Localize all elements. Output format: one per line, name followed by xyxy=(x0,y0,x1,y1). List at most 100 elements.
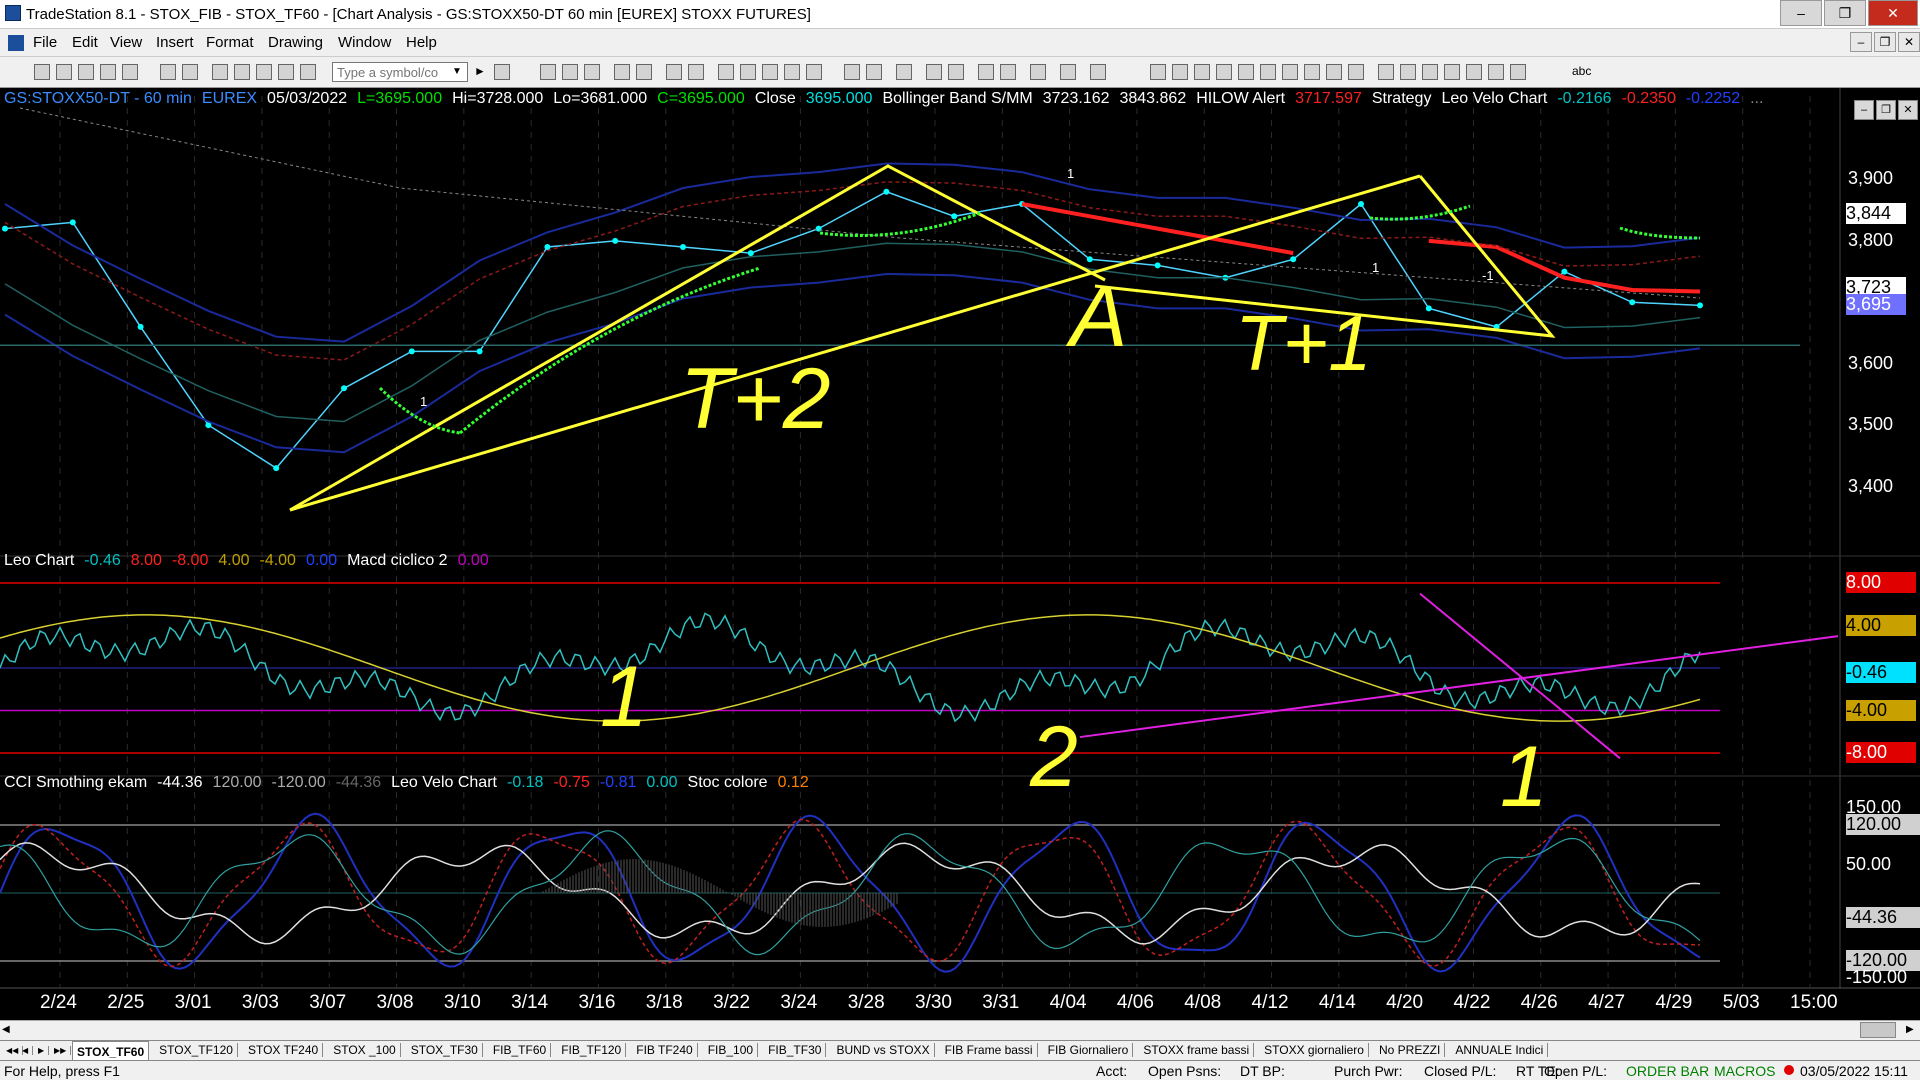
tab-scroll-icon[interactable]: ▶ xyxy=(34,1046,50,1055)
link-icon[interactable] xyxy=(278,64,294,80)
open-icon[interactable] xyxy=(56,64,72,80)
symbol-dropdown-icon[interactable]: ▼ xyxy=(452,66,462,77)
zoom-icon[interactable] xyxy=(1000,64,1016,80)
chart-area[interactable]: 2/24 2/25 3/01 3/03 3/07 3/08 3/10 3/14 3/16 3/18… xyxy=(0,88,1920,1020)
trendline-icon[interactable] xyxy=(1150,64,1166,80)
layout-icon[interactable] xyxy=(234,64,250,80)
restore-button[interactable]: ❐ xyxy=(1824,0,1866,26)
mdi-minimize-button[interactable]: – xyxy=(1850,32,1872,52)
chart-restore-button[interactable]: ❐ xyxy=(1876,100,1896,120)
arc-icon[interactable] xyxy=(1326,64,1342,80)
symbol-input[interactable] xyxy=(332,62,468,82)
gann-fan-icon[interactable] xyxy=(1260,64,1276,80)
horizontal-scrollbar[interactable]: ◀ ▶ xyxy=(0,1020,1920,1040)
tab-fib-tf60[interactable]: FIB_TF60 xyxy=(489,1043,552,1057)
new-icon[interactable] xyxy=(34,64,50,80)
channel-icon[interactable] xyxy=(1238,64,1254,80)
matrix-icon[interactable] xyxy=(584,64,600,80)
options-icon[interactable] xyxy=(636,64,652,80)
hammer-icon[interactable] xyxy=(1030,64,1046,80)
menu-help[interactable]: Help xyxy=(406,34,437,51)
symbol-lookup-icon[interactable] xyxy=(494,64,510,80)
chart-minimize-button[interactable]: – xyxy=(1854,100,1874,120)
tab-stox-tf60[interactable]: STOX_TF60 xyxy=(72,1041,150,1061)
scroll-left-icon[interactable] xyxy=(866,64,882,80)
lock-icon[interactable] xyxy=(256,64,272,80)
scanner-icon[interactable] xyxy=(614,64,630,80)
menu-insert[interactable]: Insert xyxy=(156,34,194,51)
tab-fib-tf240[interactable]: FIB TF240 xyxy=(632,1043,698,1057)
menu-format[interactable]: Format xyxy=(206,34,254,51)
tab-fib-tf30[interactable]: FIB_TF30 xyxy=(764,1043,827,1057)
tab-scroll-icon[interactable]: ▶▶ xyxy=(50,1046,72,1055)
copy-icon[interactable] xyxy=(100,64,116,80)
horizontal-line-icon[interactable] xyxy=(1194,64,1210,80)
data-window-icon[interactable] xyxy=(844,64,860,80)
tab-stox-tf30[interactable]: STOX_TF30 xyxy=(407,1043,483,1057)
indicator-icon[interactable] xyxy=(718,64,734,80)
arrow-up-icon[interactable] xyxy=(1422,64,1438,80)
tab-annuale-indici[interactable]: ANNUALE Indici xyxy=(1451,1043,1549,1057)
document-icon[interactable] xyxy=(8,35,24,51)
menu-edit[interactable]: Edit xyxy=(72,34,98,51)
mdi-close-button[interactable]: ✕ xyxy=(1898,32,1920,52)
bar-icon[interactable] xyxy=(762,64,778,80)
text-tool-label[interactable]: abc xyxy=(1572,64,1591,78)
tab-fib-100[interactable]: FIB_100 xyxy=(704,1043,759,1057)
scroll-thumb[interactable] xyxy=(1860,1022,1896,1038)
check-icon[interactable] xyxy=(1400,64,1416,80)
fib-fan-icon[interactable] xyxy=(1304,64,1320,80)
tab-stoxx-giornaliero[interactable]: STOXX giornaliero xyxy=(1260,1043,1369,1057)
candle-icon[interactable] xyxy=(784,64,800,80)
order-bar-icon[interactable] xyxy=(666,64,682,80)
trade-manager-icon[interactable] xyxy=(688,64,704,80)
save-all-icon[interactable] xyxy=(78,64,94,80)
zoom-out-icon[interactable] xyxy=(948,64,964,80)
tab-fib-giornaliero[interactable]: FIB Giornaliero xyxy=(1044,1043,1134,1057)
rectangle-icon[interactable] xyxy=(1510,64,1526,80)
menu-window[interactable]: Window xyxy=(338,34,391,51)
minimize-button[interactable]: – xyxy=(1780,0,1822,26)
expert-icon[interactable] xyxy=(1090,64,1106,80)
tab-stoxx-frame-bassi[interactable]: STOXX frame bassi xyxy=(1139,1043,1255,1057)
fib-lines-icon[interactable] xyxy=(1172,64,1188,80)
tab-no-prezzi[interactable]: No PREZZI xyxy=(1375,1043,1446,1057)
mdi-restore-button[interactable]: ❐ xyxy=(1874,32,1896,52)
tab-scroll-icon[interactable]: ◀ xyxy=(18,1046,34,1055)
strategy-icon[interactable] xyxy=(740,64,756,80)
ellipse-icon[interactable] xyxy=(1466,64,1482,80)
tab-stox-tf120[interactable]: STOX_TF120 xyxy=(155,1043,238,1057)
freehand-icon[interactable] xyxy=(1378,64,1394,80)
window-icon[interactable] xyxy=(212,64,228,80)
status-macros[interactable]: MACROS xyxy=(1714,1063,1775,1079)
print-preview-icon[interactable] xyxy=(182,64,198,80)
grid-icon[interactable] xyxy=(300,64,316,80)
format-icon[interactable] xyxy=(1060,64,1076,80)
pointer-icon[interactable] xyxy=(978,64,994,80)
close-button[interactable]: ✕ xyxy=(1868,0,1918,26)
menu-view[interactable]: View xyxy=(110,34,142,51)
workspace-icon[interactable] xyxy=(122,64,138,80)
scroll-left-arrow-icon[interactable]: ◀ xyxy=(2,1024,10,1035)
menu-drawing[interactable]: Drawing xyxy=(268,34,323,51)
chart-close-button[interactable]: ✕ xyxy=(1898,100,1918,120)
vertical-line-icon[interactable] xyxy=(1216,64,1232,80)
arrow-down-icon[interactable] xyxy=(1444,64,1460,80)
print-icon[interactable] xyxy=(160,64,176,80)
circle-icon[interactable] xyxy=(1488,64,1504,80)
go-arrow-icon[interactable]: ► xyxy=(474,64,486,78)
zoom-in-icon[interactable] xyxy=(926,64,942,80)
speed-line-icon[interactable] xyxy=(1282,64,1298,80)
menu-file[interactable]: File xyxy=(33,34,57,51)
pen-icon[interactable] xyxy=(1348,64,1364,80)
tab-stox-tf240[interactable]: STOX TF240 xyxy=(244,1043,324,1057)
tab-fib-frame-bassi[interactable]: FIB Frame bassi xyxy=(941,1043,1038,1057)
line-icon[interactable] xyxy=(806,64,822,80)
radar-icon[interactable] xyxy=(562,64,578,80)
status-order-bar[interactable]: ORDER BAR xyxy=(1626,1063,1709,1079)
tab-fib-tf120[interactable]: FIB_TF120 xyxy=(557,1043,627,1057)
scroll-right-arrow-icon[interactable]: ▶ xyxy=(1906,1024,1914,1035)
chart-icon[interactable] xyxy=(540,64,556,80)
tab-bund-vs-stoxx[interactable]: BUND vs STOXX xyxy=(832,1043,935,1057)
scroll-right-icon[interactable] xyxy=(896,64,912,80)
